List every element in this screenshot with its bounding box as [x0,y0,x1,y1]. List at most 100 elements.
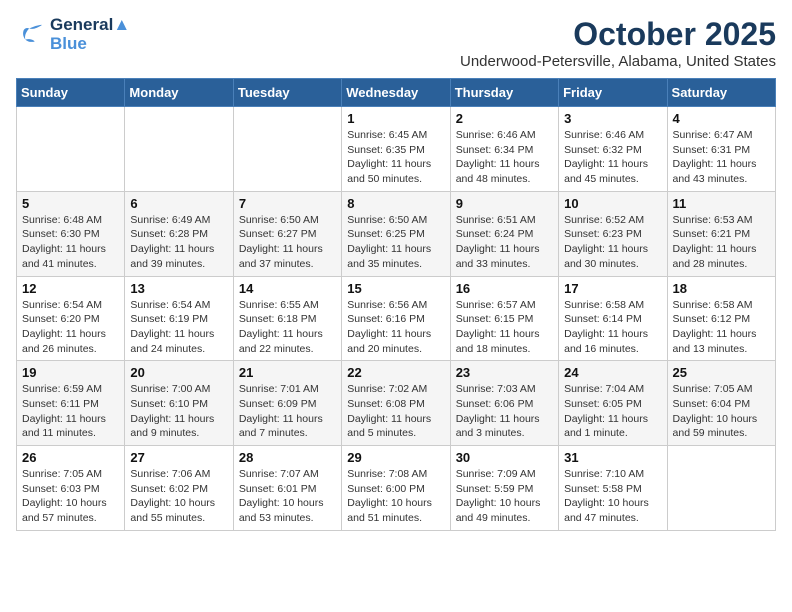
calendar-day-cell: 4 Sunrise: 6:47 AM Sunset: 6:31 PM Daylig… [667,107,775,192]
day-info: Sunrise: 6:57 AM Sunset: 6:15 PM Dayligh… [456,298,553,357]
day-info: Sunrise: 7:00 AM Sunset: 6:10 PM Dayligh… [130,382,227,441]
day-info: Sunrise: 7:07 AM Sunset: 6:01 PM Dayligh… [239,467,336,526]
calendar-day-cell: 18 Sunrise: 6:58 AM Sunset: 6:12 PM Dayli… [667,276,775,361]
calendar-day-cell: 26 Sunrise: 7:05 AM Sunset: 6:03 PM Dayli… [17,446,125,531]
calendar-day-cell: 3 Sunrise: 6:46 AM Sunset: 6:32 PM Daylig… [559,107,667,192]
empty-cell [667,446,775,531]
day-number: 24 [564,365,661,380]
day-number: 15 [347,281,444,296]
calendar-day-cell: 15 Sunrise: 6:56 AM Sunset: 6:16 PM Dayli… [342,276,450,361]
day-info: Sunrise: 7:09 AM Sunset: 5:59 PM Dayligh… [456,467,553,526]
day-info: Sunrise: 6:56 AM Sunset: 6:16 PM Dayligh… [347,298,444,357]
day-info: Sunrise: 6:53 AM Sunset: 6:21 PM Dayligh… [673,213,770,272]
location-title: Underwood-Petersville, Alabama, United S… [460,53,776,70]
calendar-day-cell: 30 Sunrise: 7:09 AM Sunset: 5:59 PM Dayli… [450,446,558,531]
day-number: 31 [564,450,661,465]
day-info: Sunrise: 6:48 AM Sunset: 6:30 PM Dayligh… [22,213,119,272]
calendar-day-cell: 14 Sunrise: 6:55 AM Sunset: 6:18 PM Dayli… [233,276,341,361]
month-title: October 2025 [460,16,776,53]
day-info: Sunrise: 6:45 AM Sunset: 6:35 PM Dayligh… [347,128,444,187]
calendar-day-cell: 11Sunrise: 6:53 AM Sunset: 6:21 PM Dayli… [667,191,775,276]
logo: General▲ Blue [16,16,130,53]
calendar-day-cell: 9 Sunrise: 6:51 AM Sunset: 6:24 PM Daylig… [450,191,558,276]
calendar-day-cell: 31 Sunrise: 7:10 AM Sunset: 5:58 PM Dayli… [559,446,667,531]
weekday-header-thursday: Thursday [450,79,558,107]
day-info: Sunrise: 7:03 AM Sunset: 6:06 PM Dayligh… [456,382,553,441]
calendar-week-row: 12Sunrise: 6:54 AM Sunset: 6:20 PM Dayli… [17,276,776,361]
day-number: 29 [347,450,444,465]
calendar-day-cell: 5 Sunrise: 6:48 AM Sunset: 6:30 PM Daylig… [17,191,125,276]
weekday-header-row: SundayMondayTuesdayWednesdayThursdayFrid… [17,79,776,107]
calendar-day-cell: 6 Sunrise: 6:49 AM Sunset: 6:28 PM Daylig… [125,191,233,276]
day-number: 26 [22,450,119,465]
day-number: 9 [456,196,553,211]
title-block: October 2025 Underwood-Petersville, Alab… [460,16,776,70]
day-number: 30 [456,450,553,465]
calendar-day-cell: 1 Sunrise: 6:45 AM Sunset: 6:35 PM Daylig… [342,107,450,192]
empty-cell [17,107,125,192]
calendar-week-row: 1 Sunrise: 6:45 AM Sunset: 6:35 PM Daylig… [17,107,776,192]
day-info: Sunrise: 6:50 AM Sunset: 6:27 PM Dayligh… [239,213,336,272]
day-info: Sunrise: 7:10 AM Sunset: 5:58 PM Dayligh… [564,467,661,526]
day-number: 5 [22,196,119,211]
calendar-day-cell: 20 Sunrise: 7:00 AM Sunset: 6:10 PM Dayli… [125,361,233,446]
calendar-day-cell: 24 Sunrise: 7:04 AM Sunset: 6:05 PM Dayli… [559,361,667,446]
day-number: 20 [130,365,227,380]
calendar-week-row: 5 Sunrise: 6:48 AM Sunset: 6:30 PM Daylig… [17,191,776,276]
calendar-day-cell: 8 Sunrise: 6:50 AM Sunset: 6:25 PM Daylig… [342,191,450,276]
calendar-day-cell: 12Sunrise: 6:54 AM Sunset: 6:20 PM Dayli… [17,276,125,361]
day-info: Sunrise: 6:46 AM Sunset: 6:34 PM Dayligh… [456,128,553,187]
calendar-day-cell: 2 Sunrise: 6:46 AM Sunset: 6:34 PM Daylig… [450,107,558,192]
page-header: General▲ Blue October 2025 Underwood-Pet… [16,16,776,70]
day-info: Sunrise: 6:58 AM Sunset: 6:12 PM Dayligh… [673,298,770,357]
day-number: 13 [130,281,227,296]
day-number: 1 [347,111,444,126]
logo-icon [16,23,46,47]
day-number: 21 [239,365,336,380]
day-number: 3 [564,111,661,126]
weekday-header-tuesday: Tuesday [233,79,341,107]
day-info: Sunrise: 6:49 AM Sunset: 6:28 PM Dayligh… [130,213,227,272]
empty-cell [125,107,233,192]
weekday-header-saturday: Saturday [667,79,775,107]
day-number: 22 [347,365,444,380]
day-number: 8 [347,196,444,211]
day-number: 10 [564,196,661,211]
day-number: 27 [130,450,227,465]
day-info: Sunrise: 6:52 AM Sunset: 6:23 PM Dayligh… [564,213,661,272]
calendar-day-cell: 7 Sunrise: 6:50 AM Sunset: 6:27 PM Daylig… [233,191,341,276]
weekday-header-wednesday: Wednesday [342,79,450,107]
day-number: 2 [456,111,553,126]
day-number: 23 [456,365,553,380]
logo-text: General▲ Blue [50,16,130,53]
calendar-day-cell: 16Sunrise: 6:57 AM Sunset: 6:15 PM Dayli… [450,276,558,361]
day-info: Sunrise: 6:46 AM Sunset: 6:32 PM Dayligh… [564,128,661,187]
day-info: Sunrise: 6:55 AM Sunset: 6:18 PM Dayligh… [239,298,336,357]
calendar-day-cell: 13Sunrise: 6:54 AM Sunset: 6:19 PM Dayli… [125,276,233,361]
calendar-table: SundayMondayTuesdayWednesdayThursdayFrid… [16,78,776,531]
day-info: Sunrise: 7:05 AM Sunset: 6:03 PM Dayligh… [22,467,119,526]
calendar-week-row: 19 Sunrise: 6:59 AM Sunset: 6:11 PM Dayli… [17,361,776,446]
day-info: Sunrise: 7:04 AM Sunset: 6:05 PM Dayligh… [564,382,661,441]
day-info: Sunrise: 6:59 AM Sunset: 6:11 PM Dayligh… [22,382,119,441]
calendar-day-cell: 27 Sunrise: 7:06 AM Sunset: 6:02 PM Dayli… [125,446,233,531]
day-info: Sunrise: 6:51 AM Sunset: 6:24 PM Dayligh… [456,213,553,272]
calendar-day-cell: 25Sunrise: 7:05 AM Sunset: 6:04 PM Dayli… [667,361,775,446]
day-info: Sunrise: 6:50 AM Sunset: 6:25 PM Dayligh… [347,213,444,272]
calendar-day-cell: 23 Sunrise: 7:03 AM Sunset: 6:06 PM Dayli… [450,361,558,446]
day-info: Sunrise: 7:06 AM Sunset: 6:02 PM Dayligh… [130,467,227,526]
day-info: Sunrise: 7:08 AM Sunset: 6:00 PM Dayligh… [347,467,444,526]
day-number: 19 [22,365,119,380]
weekday-header-friday: Friday [559,79,667,107]
calendar-day-cell: 17Sunrise: 6:58 AM Sunset: 6:14 PM Dayli… [559,276,667,361]
day-number: 14 [239,281,336,296]
day-number: 4 [673,111,770,126]
day-info: Sunrise: 7:01 AM Sunset: 6:09 PM Dayligh… [239,382,336,441]
calendar-day-cell: 19 Sunrise: 6:59 AM Sunset: 6:11 PM Dayli… [17,361,125,446]
calendar-day-cell: 21 Sunrise: 7:01 AM Sunset: 6:09 PM Dayli… [233,361,341,446]
day-number: 7 [239,196,336,211]
calendar-day-cell: 29 Sunrise: 7:08 AM Sunset: 6:00 PM Dayli… [342,446,450,531]
day-info: Sunrise: 6:47 AM Sunset: 6:31 PM Dayligh… [673,128,770,187]
day-number: 18 [673,281,770,296]
day-number: 6 [130,196,227,211]
